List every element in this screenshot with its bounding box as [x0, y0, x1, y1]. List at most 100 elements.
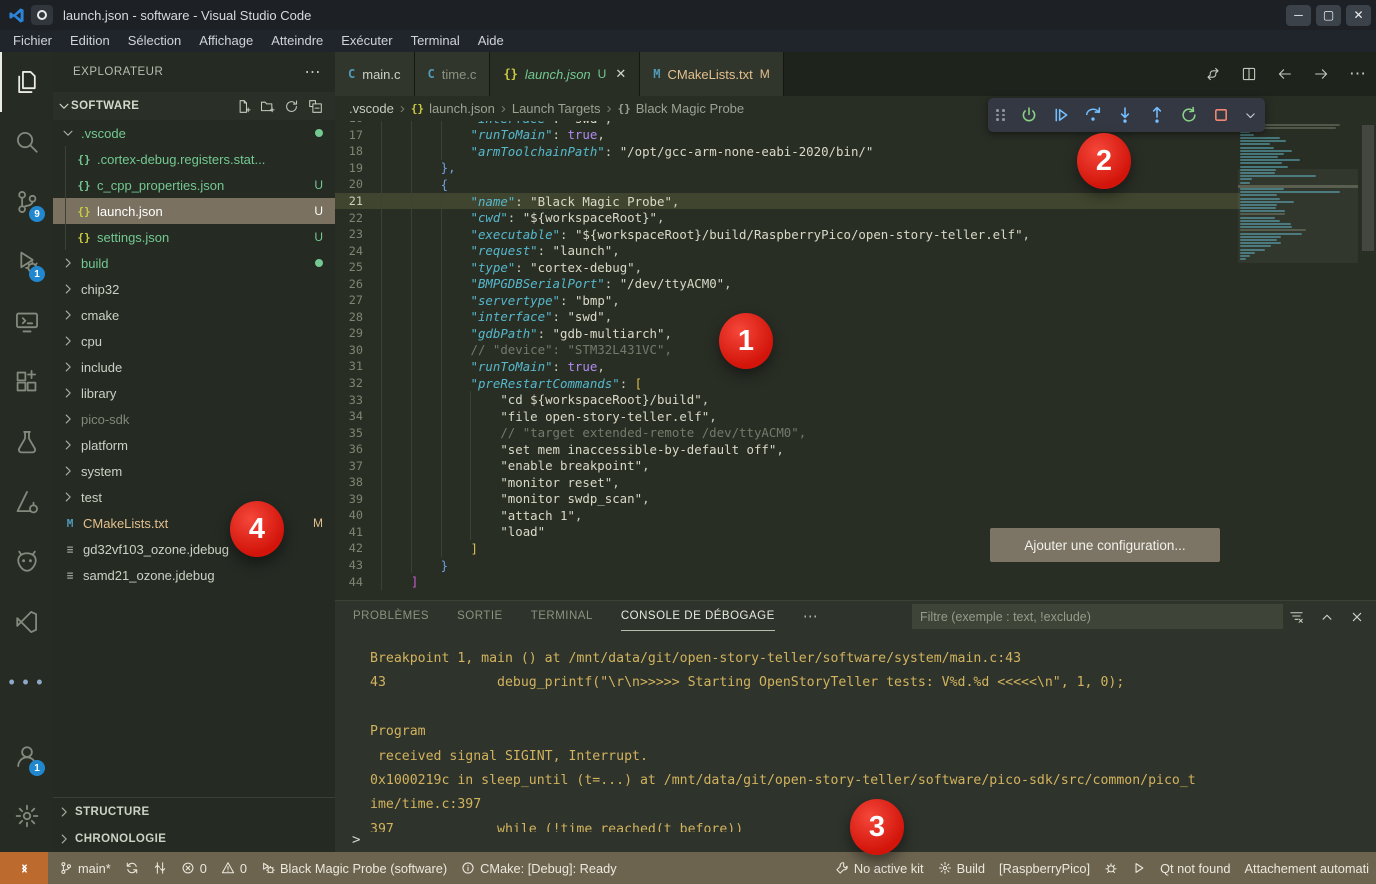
- code-line-21[interactable]: 21"name": "Black Magic Probe",: [335, 193, 1240, 210]
- menu-atteindre[interactable]: Atteindre: [262, 30, 332, 52]
- debug-console-prompt[interactable]: >: [352, 832, 360, 848]
- tab-time-c[interactable]: Ctime.c: [415, 52, 491, 96]
- more-button[interactable]: [1244, 109, 1257, 122]
- tree-item-samd21-ozone-jdebug[interactable]: ≡samd21_ozone.jdebug: [53, 562, 335, 588]
- close-tab-icon[interactable]: ✕: [615, 66, 626, 82]
- menu-affichage[interactable]: Affichage: [190, 30, 262, 52]
- tree-item--vscode[interactable]: .vscode: [53, 120, 335, 146]
- close-panel-icon[interactable]: [1350, 610, 1364, 624]
- status-cmake-status[interactable]: CMake: [Debug]: Ready: [454, 852, 624, 884]
- code-editor[interactable]: 16"interface": "swd",17"runToMain": true…: [335, 121, 1376, 600]
- new-folder-icon[interactable]: [260, 99, 275, 114]
- navigate-back-icon[interactable]: [1277, 66, 1293, 82]
- code-line-32[interactable]: 32"preRestartCommands": [: [335, 375, 1240, 392]
- close-button[interactable]: ✕: [1346, 5, 1371, 26]
- code-line-39[interactable]: 39"monitor swdp_scan",: [335, 491, 1240, 508]
- code-line-23[interactable]: 23"executable": "${workspaceRoot}/build/…: [335, 226, 1240, 243]
- status-sync-changes[interactable]: [118, 852, 146, 884]
- code-line-29[interactable]: 29"gdbPath": "gdb-multiarch",: [335, 325, 1240, 342]
- continue-button[interactable]: [1052, 106, 1070, 124]
- status-error-count[interactable]: 0: [174, 852, 214, 884]
- status-debug-launch[interactable]: Black Magic Probe (software): [254, 852, 454, 884]
- status-git-branch[interactable]: main*: [52, 852, 118, 884]
- breadcrumb-launch-json[interactable]: {}launch.json: [411, 101, 495, 116]
- debug-console-output[interactable]: Breakpoint 1, main () at /mnt/data/git/o…: [335, 632, 1376, 832]
- code-line-33[interactable]: 33"cd ${workspaceRoot}/build",: [335, 391, 1240, 408]
- activity-remote-explorer-icon[interactable]: [0, 292, 53, 352]
- code-line-36[interactable]: 36"set mem inaccessible-by-default off",: [335, 441, 1240, 458]
- code-line-37[interactable]: 37"enable breakpoint",: [335, 457, 1240, 474]
- tab-launch-json[interactable]: {}launch.jsonU✕: [490, 52, 640, 96]
- panel-tab-console-de-de-bogage[interactable]: CONSOLE DE DÉBOGAGE: [621, 601, 775, 631]
- menu-terminal[interactable]: Terminal: [402, 30, 469, 52]
- tree-item-c-cpp-properties-json[interactable]: {}c_cpp_properties.jsonU: [53, 172, 335, 198]
- tree-item-library[interactable]: library: [53, 380, 335, 406]
- activity-testing-icon[interactable]: [0, 412, 53, 472]
- code-line-30[interactable]: 30// "device": "STM32L431VC",: [335, 342, 1240, 359]
- tab-cmakelists-txt[interactable]: MCMakeLists.txtM: [640, 52, 783, 96]
- status-auto-attach[interactable]: Attachement automati: [1238, 852, 1376, 884]
- status-warning-count[interactable]: 0: [214, 852, 254, 884]
- activity-search-icon[interactable]: [0, 112, 53, 172]
- activity-source-control-icon[interactable]: 9: [0, 172, 53, 232]
- maximize-button[interactable]: ▢: [1316, 5, 1341, 26]
- code-line-25[interactable]: 25"type": "cortex-debug",: [335, 259, 1240, 276]
- tree-item-settings-json[interactable]: {}settings.jsonU: [53, 224, 335, 250]
- menu-fichier[interactable]: Fichier: [4, 30, 61, 52]
- minimap[interactable]: [1240, 121, 1356, 321]
- activity-platformio-icon[interactable]: [0, 532, 53, 592]
- panel-tab-terminal[interactable]: TERMINAL: [531, 601, 593, 631]
- menu-executer[interactable]: Exécuter: [332, 30, 401, 52]
- breadcrumb-black-magic-probe[interactable]: {}Black Magic Probe: [618, 101, 745, 116]
- tree-item-cmake[interactable]: cmake: [53, 302, 335, 328]
- code-line-38[interactable]: 38"monitor reset",: [335, 474, 1240, 491]
- code-line-44[interactable]: 44]: [335, 573, 1240, 590]
- tree-item-chip32[interactable]: chip32: [53, 276, 335, 302]
- tree-item-pico-sdk[interactable]: pico-sdk: [53, 406, 335, 432]
- toolbar-drag-handle[interactable]: [996, 109, 1006, 121]
- editor-scrollbar[interactable]: [1362, 125, 1374, 251]
- breadcrumb--vscode[interactable]: .vscode: [349, 101, 394, 116]
- activity-explorer-icon[interactable]: [0, 52, 53, 112]
- activity-run-and-debug-icon[interactable]: 1: [0, 232, 53, 292]
- section-structure[interactable]: STRUCTURE: [53, 798, 335, 825]
- panel-tab-proble-mes[interactable]: PROBLÈMES: [353, 601, 429, 631]
- workspace-section[interactable]: SOFTWARE: [53, 92, 335, 120]
- tree-item-cmakelists-txt[interactable]: MCMakeLists.txtM: [53, 510, 335, 536]
- code-line-35[interactable]: 35// "target extended-remote /dev/ttyACM…: [335, 424, 1240, 441]
- menu-aide[interactable]: Aide: [469, 30, 513, 52]
- chevron-up-icon[interactable]: [1320, 610, 1334, 624]
- new-file-icon[interactable]: [236, 99, 251, 114]
- code-line-22[interactable]: 22"cwd": "${workspaceRoot}",: [335, 209, 1240, 226]
- minimize-button[interactable]: ─: [1286, 5, 1311, 26]
- section-chronologie[interactable]: CHRONOLOGIE: [53, 825, 335, 852]
- filter-icon[interactable]: [1289, 609, 1304, 624]
- code-line-27[interactable]: 27"servertype": "bmp",: [335, 292, 1240, 309]
- tree-item-include[interactable]: include: [53, 354, 335, 380]
- tree-item--cortex-debug-registers-stat-[interactable]: {}.cortex-debug.registers.stat...: [53, 146, 335, 172]
- code-line-31[interactable]: 31"runToMain": true,: [335, 358, 1240, 375]
- sidebar-more-icon[interactable]: ⋯: [305, 62, 322, 82]
- restart-button[interactable]: [1180, 106, 1198, 124]
- tree-item-system[interactable]: system: [53, 458, 335, 484]
- status-cmake-kit[interactable]: No active kit: [828, 852, 931, 884]
- stop-button[interactable]: [1212, 106, 1230, 124]
- refresh-icon[interactable]: [284, 99, 299, 114]
- activity-extensions-icon[interactable]: [0, 352, 53, 412]
- code-line-40[interactable]: 40"attach 1",: [335, 507, 1240, 524]
- status-run-target[interactable]: [1125, 852, 1153, 884]
- navigate-forward-icon[interactable]: [1313, 66, 1329, 82]
- panel-more-icon[interactable]: ⋯: [803, 607, 819, 625]
- activity-more-icon[interactable]: • • •: [0, 652, 53, 712]
- menu-edition[interactable]: Edition: [61, 30, 119, 52]
- breadcrumb-launch-targets[interactable]: Launch Targets: [512, 101, 601, 116]
- step-out-button[interactable]: [1148, 106, 1166, 124]
- compare-changes-icon[interactable]: [1205, 66, 1221, 82]
- status-cmake-build[interactable]: Build: [931, 852, 992, 884]
- code-line-24[interactable]: 24"request": "launch",: [335, 242, 1240, 259]
- debug-console-filter-input[interactable]: [912, 604, 1283, 629]
- code-line-26[interactable]: 26"BMPGDBSerialPort": "/dev/ttyACM0",: [335, 275, 1240, 292]
- tree-item-launch-json[interactable]: {}launch.jsonU: [53, 198, 335, 224]
- add-configuration-button[interactable]: Ajouter une configuration...: [990, 528, 1220, 562]
- panel-tab-sortie[interactable]: SORTIE: [457, 601, 503, 631]
